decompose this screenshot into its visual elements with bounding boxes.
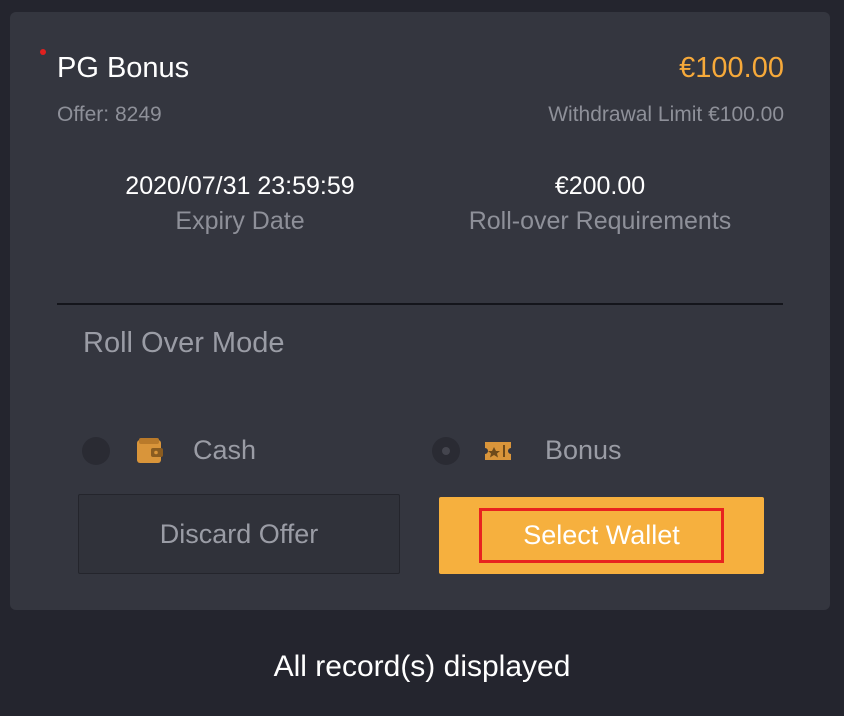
rollover-value: €200.00 <box>554 172 646 200</box>
bonus-amount: €100.00 <box>679 52 784 84</box>
bonus-title: PG Bonus <box>57 52 190 84</box>
discard-offer-button[interactable]: Discard Offer <box>78 494 400 574</box>
cash-option-label[interactable]: Cash <box>193 435 256 466</box>
ticket-icon <box>483 437 513 465</box>
bonus-option-label[interactable]: Bonus <box>545 435 622 466</box>
roll-over-mode-title: Roll Over Mode <box>83 327 285 359</box>
withdrawal-limit: Withdrawal Limit €100.00 <box>548 103 784 126</box>
wallet-icon <box>136 437 166 465</box>
expiry-label: Expiry Date <box>175 207 305 235</box>
rollover-stat: €200.00 Roll-over Requirements <box>428 172 772 236</box>
select-wallet-button[interactable]: Select Wallet <box>439 497 764 574</box>
rollover-label: Roll-over Requirements <box>468 207 732 235</box>
required-dot <box>40 49 46 55</box>
select-wallet-label[interactable]: Select Wallet <box>479 508 724 563</box>
radio-selected-dot <box>442 447 450 455</box>
bonus-radio[interactable] <box>432 437 460 465</box>
expiry-value: 2020/07/31 23:59:59 <box>125 172 355 200</box>
cash-radio[interactable] <box>82 437 110 465</box>
records-status: All record(s) displayed <box>273 650 571 683</box>
divider <box>57 303 783 305</box>
offer-id: Offer: 8249 <box>57 103 162 126</box>
expiry-stat: 2020/07/31 23:59:59 Expiry Date <box>80 172 400 236</box>
